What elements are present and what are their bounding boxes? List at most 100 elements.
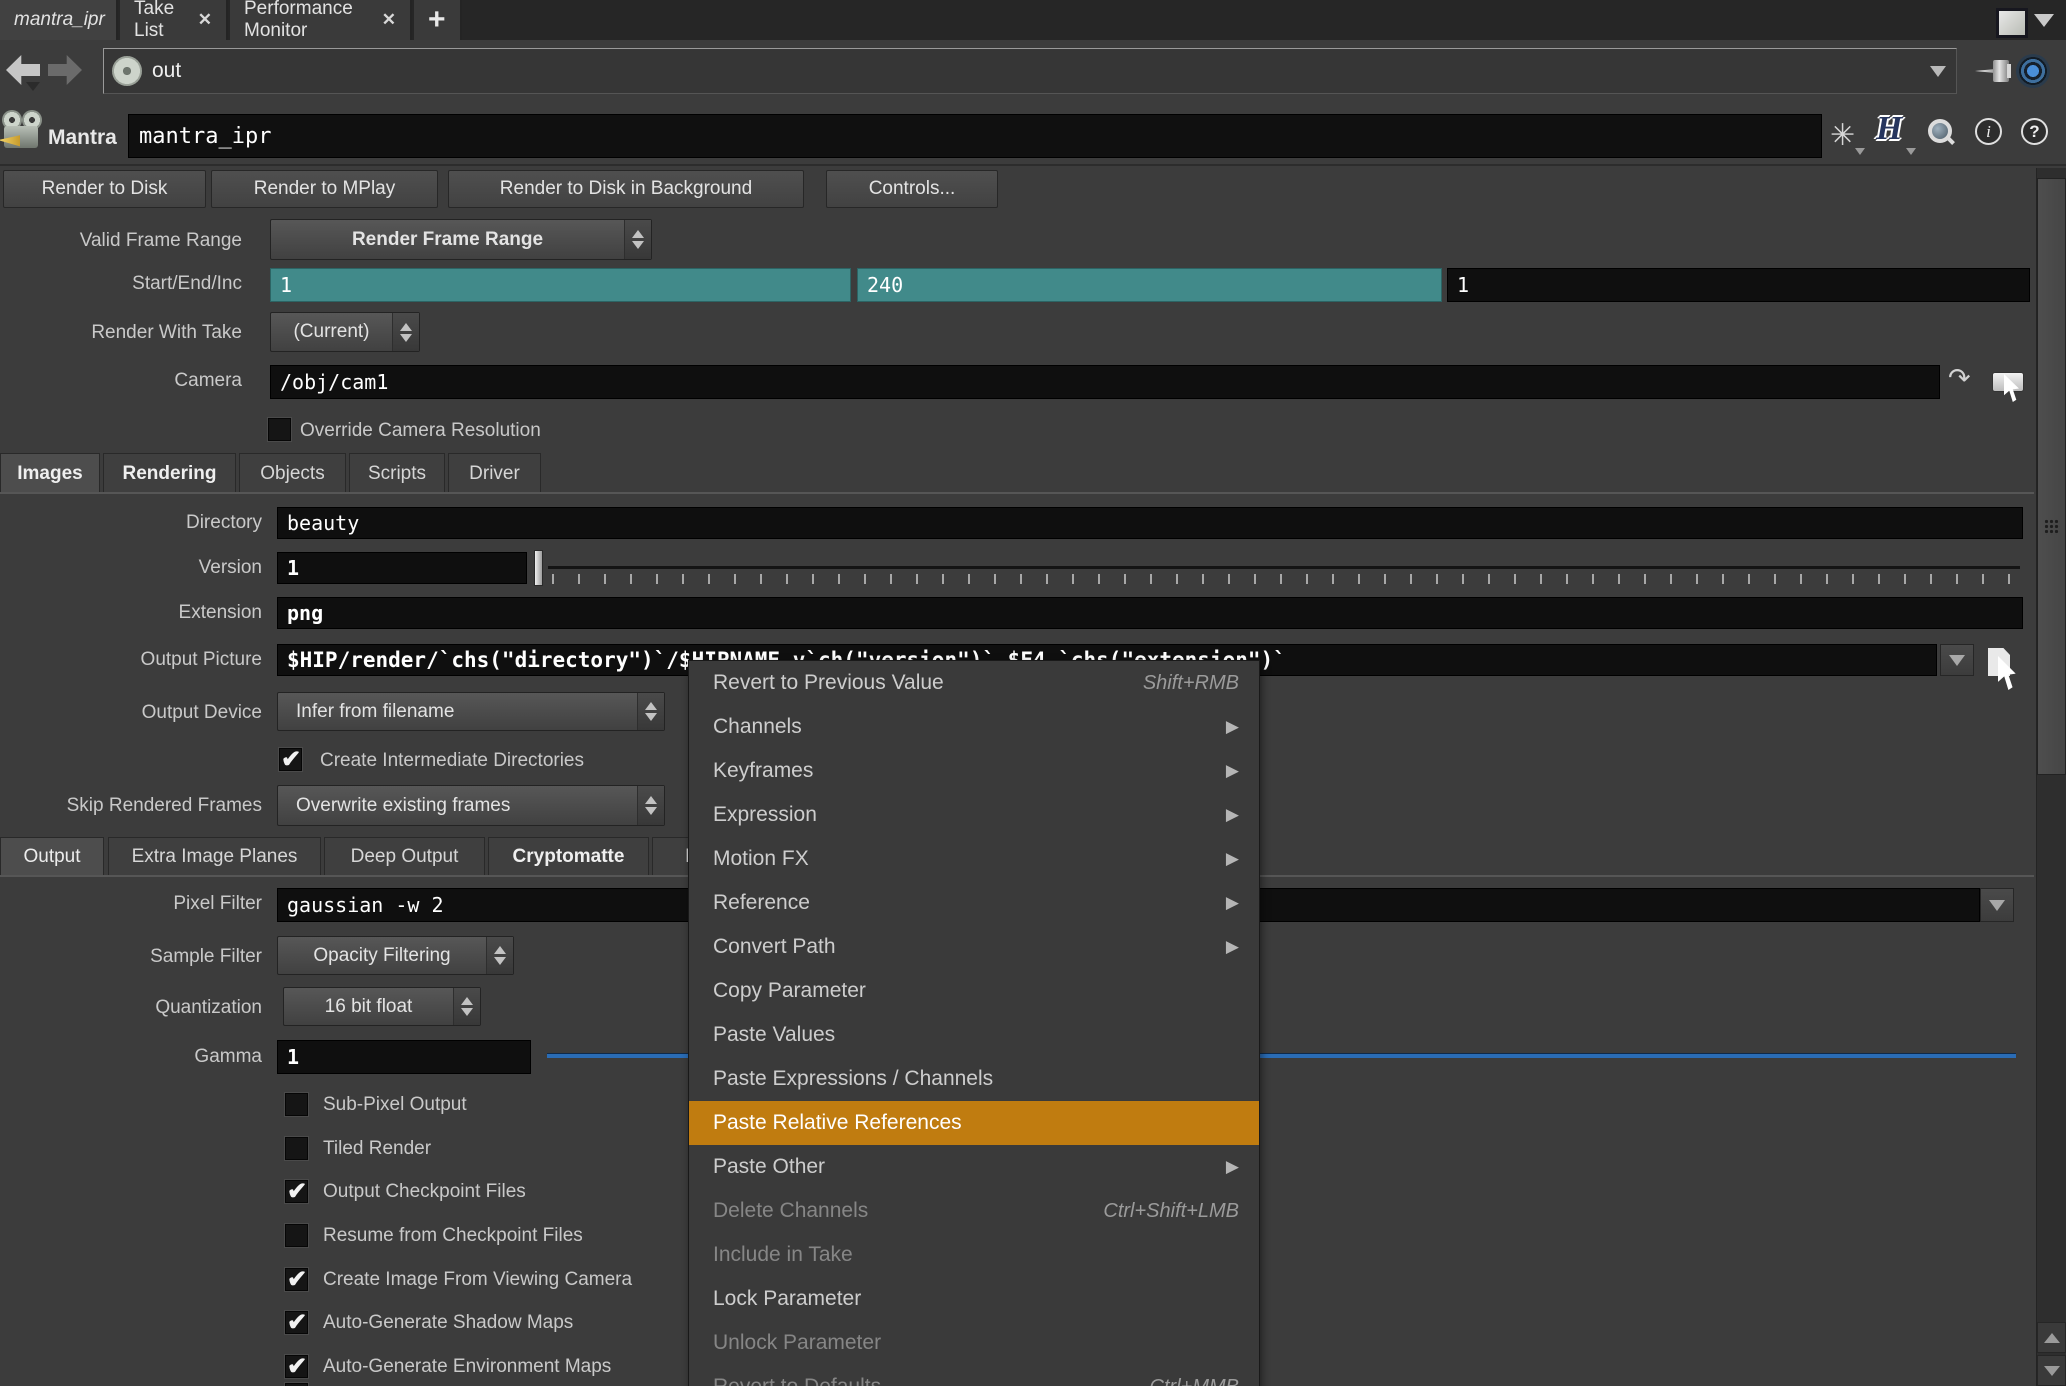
menu-item-copy-parameter[interactable]: Copy Parameter	[689, 969, 1259, 1013]
menu-item-shortcut: Shift+RMB	[1143, 672, 1239, 695]
create-intermediate-directories-checkbox[interactable]: ✔	[279, 748, 302, 771]
new-pane-tab-button[interactable]: +	[414, 0, 462, 40]
tab-objects[interactable]: Objects	[239, 453, 346, 493]
pane-menu-chevron-icon[interactable]	[2034, 14, 2054, 27]
tiled-render-checkbox[interactable]	[285, 1137, 308, 1160]
menu-item-label: Revert to Previous Value	[713, 671, 1143, 695]
menu-item-lock-parameter[interactable]: Lock Parameter	[689, 1277, 1259, 1321]
gear-icon[interactable]: ✳	[1830, 118, 1855, 153]
resume-from-checkpoint-files-checkbox[interactable]	[285, 1224, 308, 1247]
tab-rendering[interactable]: Rendering	[103, 453, 236, 493]
tab-scripts[interactable]: Scripts	[349, 453, 445, 493]
info-icon[interactable]: i	[1975, 118, 2002, 145]
controls-button[interactable]: Controls...	[826, 170, 998, 208]
scrollbar-up-button[interactable]	[2037, 1322, 2066, 1353]
menu-item-revert-to-previous-value[interactable]: Revert to Previous ValueShift+RMB	[689, 661, 1259, 705]
version-slider-groove[interactable]	[548, 566, 2020, 569]
sub-pixel-output-checkbox[interactable]	[285, 1093, 308, 1116]
extension-field[interactable]: png	[277, 597, 2023, 629]
menu-item-reference[interactable]: Reference▶	[689, 881, 1259, 925]
quantization-menu[interactable]: 16 bit float	[283, 987, 481, 1026]
create-image-from-viewing-camera-checkbox[interactable]: ✔	[285, 1268, 308, 1291]
version-slider-ticks	[552, 574, 2020, 584]
label-resume-from-checkpoint-files: Resume from Checkpoint Files	[323, 1225, 583, 1247]
output-device-spinner[interactable]	[637, 693, 664, 730]
submenu-arrow-icon: ▶	[1226, 805, 1239, 825]
nav-back-button[interactable]	[6, 55, 40, 85]
help-icon[interactable]: ?	[2021, 118, 2048, 145]
quantization-spinner[interactable]	[453, 988, 480, 1025]
close-icon[interactable]: ✕	[198, 10, 212, 30]
version-field[interactable]: 1	[277, 552, 527, 584]
tab-images[interactable]: Images	[0, 453, 100, 493]
pane-tab-mantra-ipr[interactable]: mantra_ipr✕	[0, 0, 118, 40]
camera-jump-icon[interactable]: ↷	[1948, 363, 1971, 394]
version-slider-handle[interactable]	[534, 550, 543, 586]
menu-item-paste-values[interactable]: Paste Values	[689, 1013, 1259, 1057]
gear-chevron-icon[interactable]	[1855, 148, 1865, 155]
menu-item-expression[interactable]: Expression▶	[689, 793, 1259, 837]
override-camera-resolution-checkbox[interactable]	[268, 418, 291, 441]
pin-icon[interactable]	[1975, 57, 2011, 87]
pane-tab-performance-monitor[interactable]: Performance Monitor✕	[230, 0, 412, 40]
scrollbar-down-button[interactable]	[2037, 1355, 2066, 1386]
skip-rendered-frames-value: Overwrite existing frames	[278, 795, 637, 817]
houdini-logo-icon[interactable]: H	[1876, 110, 1902, 148]
valid-frame-range-spinner[interactable]	[624, 220, 651, 259]
tab-driver[interactable]: Driver	[448, 453, 541, 493]
render-to-disk-in-background-button[interactable]: Render to Disk in Background	[448, 170, 804, 208]
render-with-take-menu[interactable]: (Current)	[270, 312, 420, 352]
render-to-disk-button[interactable]: Render to Disk	[3, 170, 206, 208]
houdini-logo-chevron-icon[interactable]	[1906, 148, 1916, 155]
menu-item-shortcut: Ctrl+Shift+LMB	[1103, 1200, 1239, 1223]
frame-end-field[interactable]: 240	[857, 268, 1442, 302]
network-path-field[interactable]: out	[103, 48, 1957, 94]
submenu-arrow-icon: ▶	[1226, 893, 1239, 913]
pane-maximize-icon[interactable]	[1996, 8, 2028, 38]
menu-item-delete-channels: Delete ChannelsCtrl+Shift+LMB	[689, 1189, 1259, 1233]
menu-item-motion-fx[interactable]: Motion FX▶	[689, 837, 1259, 881]
sample-filter-spinner[interactable]	[486, 937, 513, 974]
output-picture-menu-button[interactable]	[1940, 644, 1974, 676]
menu-item-label: Keyframes	[713, 759, 1226, 783]
search-icon[interactable]	[1926, 118, 1956, 148]
frame-start-field[interactable]: 1	[270, 268, 851, 302]
scrollbar-thumb[interactable]	[2037, 178, 2066, 775]
nav-forward-button[interactable]	[48, 55, 82, 85]
path-dropdown-chevron-icon[interactable]	[1930, 66, 1946, 77]
scrollbar-grip-icon	[2044, 519, 2060, 535]
node-name-field[interactable]: mantra_ipr	[128, 114, 1822, 158]
directory-field[interactable]: beauty	[277, 507, 2023, 539]
close-icon[interactable]: ✕	[382, 10, 396, 30]
menu-item-keyframes[interactable]: Keyframes▶	[689, 749, 1259, 793]
gamma-field[interactable]: 1	[277, 1040, 531, 1074]
render-to-mplay-button[interactable]: Render to MPlay	[211, 170, 438, 208]
skip-rendered-frames-menu[interactable]: Overwrite existing frames	[277, 785, 665, 826]
skip-rendered-frames-spinner[interactable]	[637, 786, 664, 825]
output-device-menu[interactable]: Infer from filename	[277, 692, 665, 731]
label-quantization: Quantization	[0, 997, 262, 1019]
camera-field[interactable]: /obj/cam1	[270, 365, 1940, 399]
output-checkpoint-files-checkbox[interactable]: ✔	[285, 1180, 308, 1203]
menu-item-convert-path[interactable]: Convert Path▶	[689, 925, 1259, 969]
menu-item-paste-relative-references[interactable]: Paste Relative References	[689, 1101, 1259, 1145]
link-target-icon[interactable]	[2016, 54, 2050, 88]
menu-item-label: Unlock Parameter	[713, 1331, 1239, 1355]
subtab-cryptomatte[interactable]: Cryptomatte	[488, 837, 649, 876]
valid-frame-range-menu[interactable]: Render Frame Range	[270, 219, 652, 260]
auto-generate-shadow-maps-checkbox[interactable]: ✔	[285, 1311, 308, 1334]
render-with-take-spinner[interactable]	[392, 313, 419, 351]
pane-tab-take-list[interactable]: Take List✕	[120, 0, 228, 40]
menu-item-paste-other[interactable]: Paste Other▶	[689, 1145, 1259, 1189]
context-menu: Revert to Previous ValueShift+RMBChannel…	[688, 660, 1260, 1386]
subtab-output[interactable]: Output	[0, 837, 104, 876]
menu-item-paste-expressions-channels[interactable]: Paste Expressions / Channels	[689, 1057, 1259, 1101]
subtab-extra-image-planes[interactable]: Extra Image Planes	[108, 837, 321, 876]
subtab-deep-output[interactable]: Deep Output	[324, 837, 485, 876]
frame-inc-field[interactable]: 1	[1447, 268, 2030, 302]
nav-back-history-chevron-icon[interactable]	[26, 82, 40, 91]
pixel-filter-menu-button[interactable]	[1980, 888, 2014, 922]
menu-item-channels[interactable]: Channels▶	[689, 705, 1259, 749]
auto-generate-environment-maps-checkbox[interactable]: ✔	[285, 1355, 308, 1378]
sample-filter-menu[interactable]: Opacity Filtering	[277, 936, 514, 975]
